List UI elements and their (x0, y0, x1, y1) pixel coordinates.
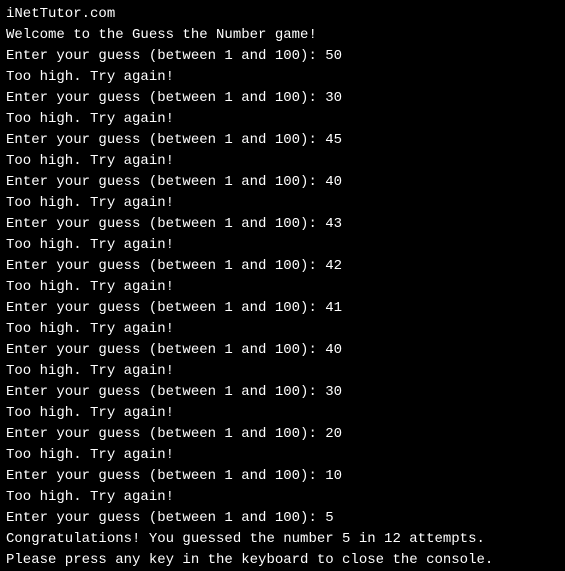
prompt-text: Enter your guess (between 1 and 100): (6, 48, 325, 64)
close-prompt: Please press any key in the keyboard to … (6, 550, 559, 571)
guess-prompt: Enter your guess (between 1 and 100): 41 (6, 298, 559, 319)
prompt-text: Enter your guess (between 1 and 100): (6, 174, 325, 190)
congrats-message: Congratulations! You guessed the number … (6, 529, 559, 550)
prompt-text: Enter your guess (between 1 and 100): (6, 426, 325, 442)
guess-value: 42 (325, 258, 342, 274)
guess-value: 40 (325, 342, 342, 358)
prompt-text: Enter your guess (between 1 and 100): (6, 132, 325, 148)
prompt-text: Enter your guess (between 1 and 100): (6, 90, 325, 106)
feedback-message: Too high. Try again! (6, 403, 559, 424)
feedback-message: Too high. Try again! (6, 361, 559, 382)
guess-prompt: Enter your guess (between 1 and 100): 50 (6, 46, 559, 67)
feedback-message: Too high. Try again! (6, 67, 559, 88)
guess-value: 20 (325, 426, 342, 442)
feedback-message: Too high. Try again! (6, 445, 559, 466)
feedback-message: Too high. Try again! (6, 235, 559, 256)
guess-prompt: Enter your guess (between 1 and 100): 42 (6, 256, 559, 277)
guess-prompt: Enter your guess (between 1 and 100): 30 (6, 88, 559, 109)
guess-prompt: Enter your guess (between 1 and 100): 40 (6, 340, 559, 361)
feedback-message: Too high. Try again! (6, 487, 559, 508)
prompt-text: Enter your guess (between 1 and 100): (6, 300, 325, 316)
guess-prompt: Enter your guess (between 1 and 100): 40 (6, 172, 559, 193)
feedback-message: Too high. Try again! (6, 277, 559, 298)
prompt-text: Enter your guess (between 1 and 100): (6, 342, 325, 358)
guess-value: 41 (325, 300, 342, 316)
guess-value: 43 (325, 216, 342, 232)
guess-value: 30 (325, 384, 342, 400)
guess-prompt: Enter your guess (between 1 and 100): 20 (6, 424, 559, 445)
feedback-message: Too high. Try again! (6, 109, 559, 130)
final-guess-prompt: Enter your guess (between 1 and 100): 5 (6, 508, 559, 529)
guess-value: 40 (325, 174, 342, 190)
guess-prompt: Enter your guess (between 1 and 100): 30 (6, 382, 559, 403)
guess-prompt: Enter your guess (between 1 and 100): 43 (6, 214, 559, 235)
feedback-message: Too high. Try again! (6, 319, 559, 340)
feedback-message: Too high. Try again! (6, 151, 559, 172)
guess-prompt: Enter your guess (between 1 and 100): 45 (6, 130, 559, 151)
prompt-text: Enter your guess (between 1 and 100): (6, 384, 325, 400)
guess-value: 30 (325, 90, 342, 106)
guess-prompt: Enter your guess (between 1 and 100): 10 (6, 466, 559, 487)
guess-value: 50 (325, 48, 342, 64)
prompt-text: Enter your guess (between 1 and 100): (6, 468, 325, 484)
prompt-text: Enter your guess (between 1 and 100): (6, 258, 325, 274)
feedback-message: Too high. Try again! (6, 193, 559, 214)
guess-value: 45 (325, 132, 342, 148)
welcome-message: Welcome to the Guess the Number game! (6, 25, 559, 46)
console-header: iNetTutor.com (6, 4, 559, 25)
prompt-text: Enter your guess (between 1 and 100): (6, 216, 325, 232)
guess-value: 10 (325, 468, 342, 484)
